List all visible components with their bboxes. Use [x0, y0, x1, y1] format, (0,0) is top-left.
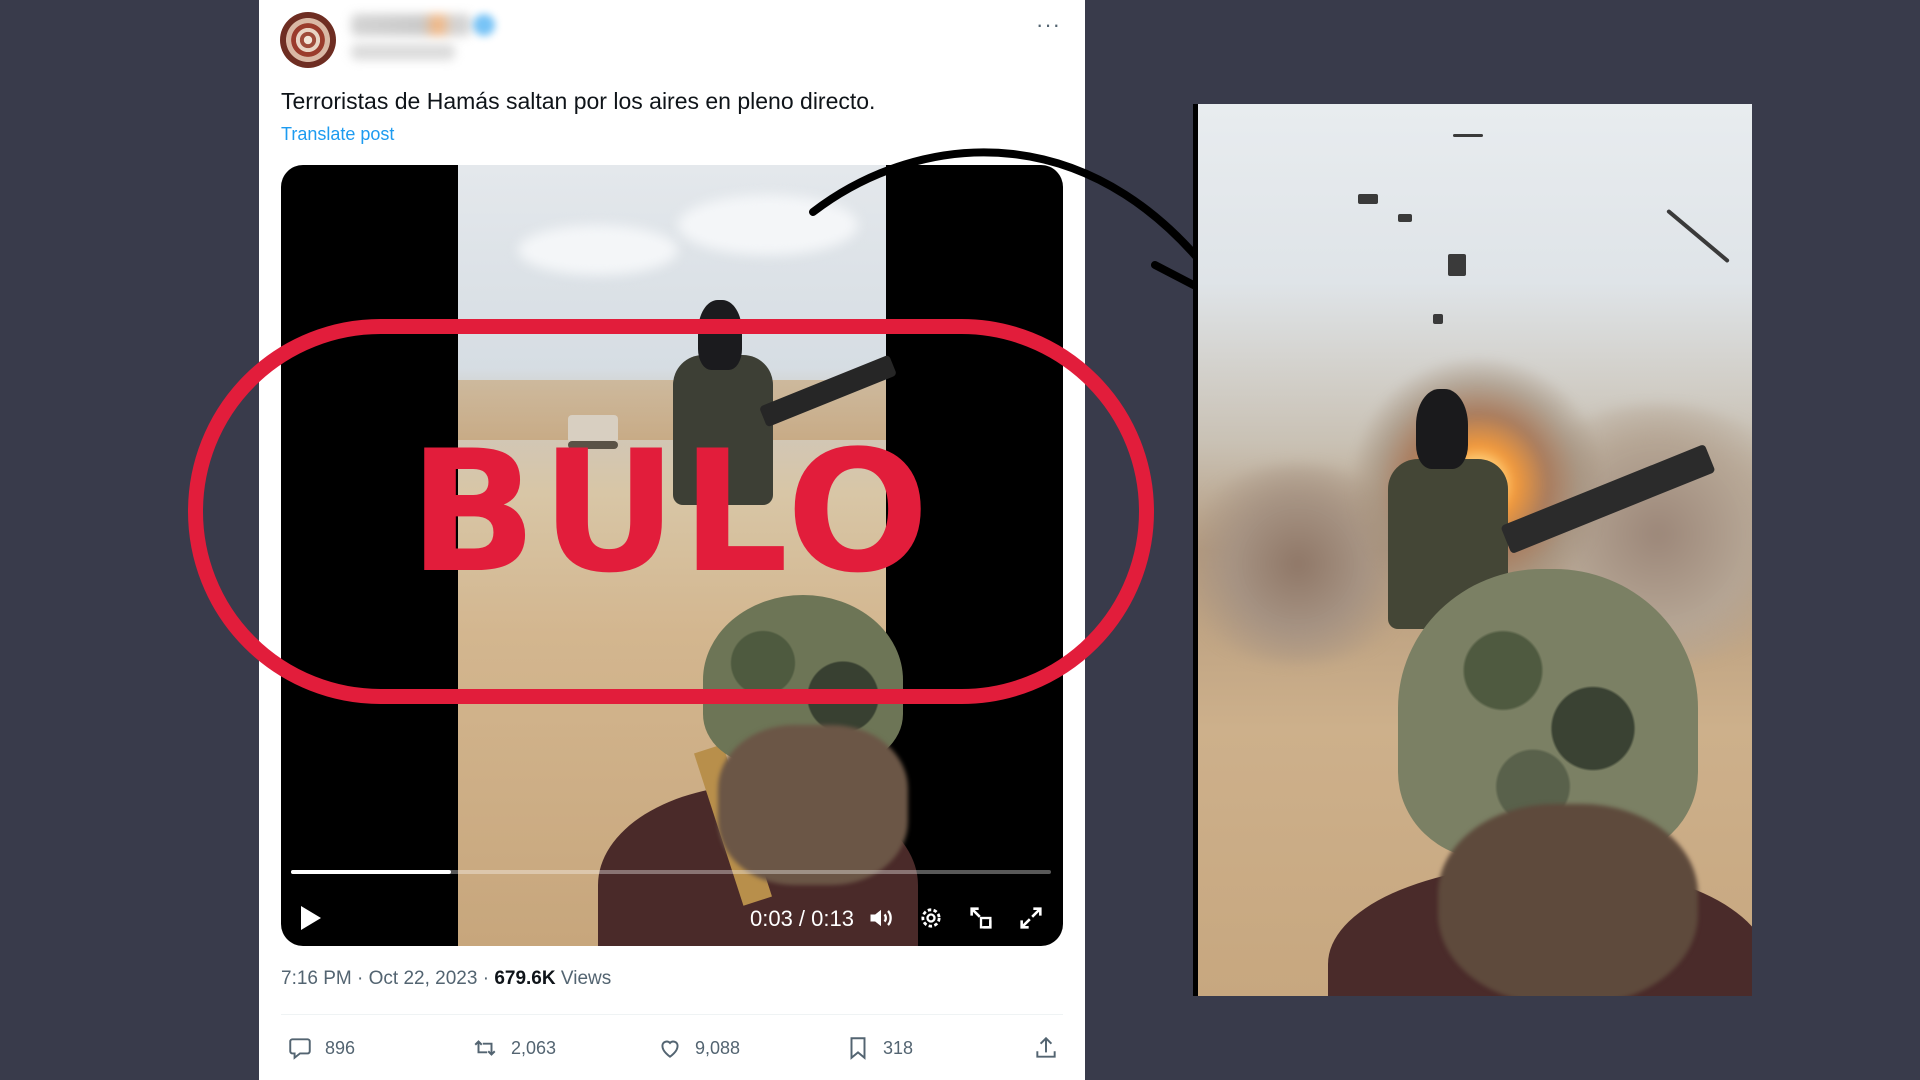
reply-count: 896	[325, 1037, 356, 1058]
fake-stamp-label: BULO	[408, 413, 934, 610]
blurred-display-name	[351, 14, 471, 36]
retweet-count: 2,063	[511, 1037, 557, 1058]
bookmark-button[interactable]: 318	[845, 1035, 913, 1061]
share-button[interactable]	[1033, 1035, 1059, 1061]
settings-gear-icon[interactable]	[917, 904, 945, 932]
play-icon[interactable]	[301, 906, 321, 930]
video-progress-bar[interactable]	[291, 870, 1051, 874]
bookmark-icon	[850, 1037, 866, 1060]
curved-arrow-icon	[809, 148, 1236, 309]
like-count: 9,088	[695, 1037, 741, 1058]
fake-stamp-overlay: BULO	[188, 319, 1154, 704]
blurred-verified-icon	[473, 14, 495, 36]
picture-in-picture-icon[interactable]	[967, 904, 995, 932]
tweet-metadata: 7:16 PM · Oct 22, 2023 · 679.6K Views	[281, 968, 611, 990]
like-icon	[661, 1040, 679, 1058]
fullscreen-icon[interactable]	[1017, 904, 1045, 932]
views-label: Views	[555, 968, 612, 989]
masked-person-image	[1416, 389, 1468, 469]
blurred-face	[1438, 804, 1698, 996]
avatar[interactable]	[280, 12, 336, 68]
divider	[281, 1014, 1063, 1015]
tweet-text: Terroristas de Hamás saltan por los aire…	[281, 88, 876, 114]
reply-button[interactable]: 896	[287, 1035, 355, 1061]
video-time: 0:03 / 0:13	[750, 906, 854, 931]
retweet-icon	[474, 1040, 496, 1056]
video-controls: 0:03 / 0:13	[281, 900, 1063, 940]
blurred-handle	[351, 44, 455, 60]
translate-post-link[interactable]: Translate post	[281, 124, 394, 145]
explosion-video-frame	[1193, 104, 1752, 996]
video-progress-fill	[291, 870, 451, 874]
reply-icon	[289, 1038, 311, 1060]
share-icon	[1036, 1036, 1056, 1058]
timestamp[interactable]: 7:16 PM · Oct 22, 2023 ·	[281, 968, 494, 989]
more-options-icon[interactable]: ···	[1036, 14, 1061, 36]
action-bar: 896 2,063 9,088 318	[281, 1035, 1063, 1065]
blurred-face	[718, 725, 908, 885]
volume-icon[interactable]	[867, 904, 895, 932]
bookmark-count: 318	[883, 1037, 914, 1058]
retweet-button[interactable]: 2,063	[471, 1035, 556, 1061]
like-button[interactable]: 9,088	[657, 1035, 740, 1061]
views-count: 679.6K	[494, 968, 556, 989]
